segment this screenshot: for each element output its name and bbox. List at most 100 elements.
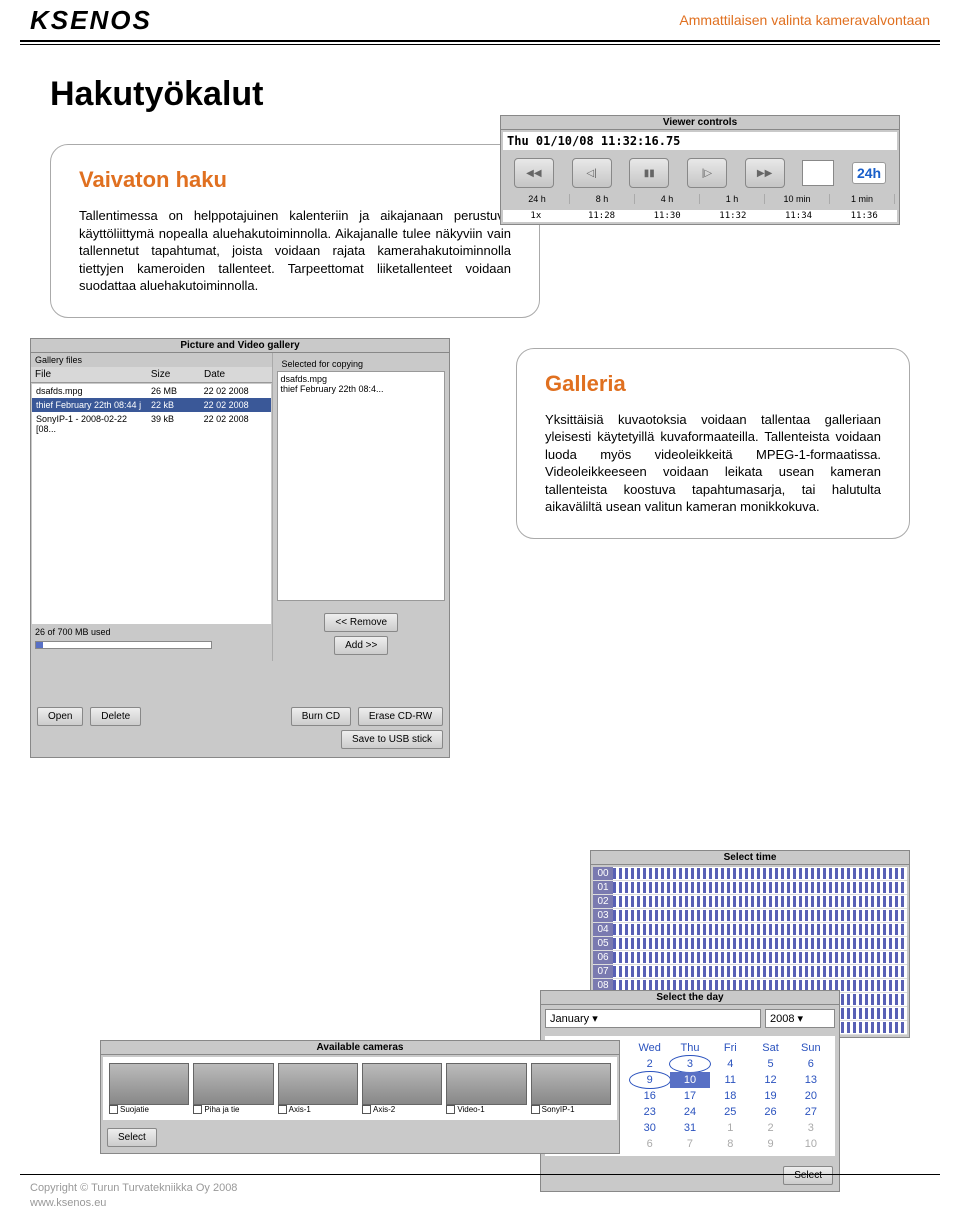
calendar-day[interactable]: 31 (670, 1120, 710, 1136)
checkbox-icon[interactable] (446, 1105, 455, 1114)
span-option[interactable]: 8 h (570, 194, 635, 204)
calendar-day[interactable]: 17 (670, 1088, 710, 1104)
camera-thumb (193, 1063, 273, 1105)
remove-button[interactable]: << Remove (324, 613, 398, 632)
calendar-day[interactable]: 13 (791, 1072, 831, 1088)
timestamp: Thu 01/10/08 11:32:16.75 (503, 132, 897, 150)
span-option[interactable]: 4 h (635, 194, 700, 204)
span-badge[interactable]: 24h (852, 162, 886, 184)
calendar-day[interactable]: 11 (710, 1072, 750, 1088)
rewind-fast-icon[interactable]: ◀◀ (514, 158, 554, 188)
calendar-day[interactable]: 16 (630, 1088, 670, 1104)
calendar-day[interactable]: 4 (710, 1056, 750, 1072)
logo: KSENOS (30, 5, 152, 36)
step-back-icon[interactable]: ◁| (572, 158, 612, 188)
calendar-day[interactable]: 2 (750, 1120, 790, 1136)
span-option[interactable]: 1 h (700, 194, 765, 204)
calendar-day[interactable]: 27 (791, 1104, 831, 1120)
calendar-day[interactable]: 30 (630, 1120, 670, 1136)
month-dropdown[interactable]: January ▾ (545, 1009, 761, 1028)
forward-fast-icon[interactable]: ▶▶ (745, 158, 785, 188)
select-button[interactable]: Select (107, 1128, 157, 1147)
list-item[interactable]: dsafds.mpg (280, 374, 442, 384)
checkbox-icon[interactable] (109, 1105, 118, 1114)
selected-list[interactable]: dsafds.mpgthief February 22th 08:4... (277, 371, 445, 601)
calendar-day[interactable]: 7 (670, 1136, 710, 1152)
table-row[interactable]: dsafds.mpg26 MB22 02 2008 (32, 384, 271, 398)
camera-item[interactable]: Axis-1 (278, 1063, 358, 1114)
col-size[interactable]: Size (147, 367, 200, 382)
calendar-day[interactable]: 19 (750, 1088, 790, 1104)
file-list[interactable]: dsafds.mpg26 MB22 02 2008thief February … (32, 384, 271, 624)
calendar-day[interactable]: 20 (791, 1088, 831, 1104)
camera-item[interactable]: Suojatie (109, 1063, 189, 1114)
available-cameras-window: Available cameras SuojatiePiha ja tieAxi… (100, 1040, 620, 1154)
span-option[interactable]: 10 min (765, 194, 830, 204)
calendar-day[interactable]: 8 (710, 1136, 750, 1152)
timeline-row[interactable]: 01 (593, 881, 907, 895)
time-tick: 11:28 (569, 210, 635, 222)
timeline-row[interactable]: 06 (593, 951, 907, 965)
span-option[interactable]: 1 min (830, 194, 895, 204)
tagline: Ammattilaisen valinta kameravalvontaan (679, 12, 930, 28)
checkbox-icon[interactable] (362, 1105, 371, 1114)
camera-item[interactable]: Video-1 (446, 1063, 526, 1114)
list-item[interactable]: thief February 22th 08:4... (280, 384, 442, 394)
timeline-row[interactable]: 05 (593, 937, 907, 951)
timeline-row[interactable]: 03 (593, 909, 907, 923)
col-date[interactable]: Date (200, 367, 272, 382)
table-row[interactable]: SonyIP-1 - 2008-02-22 [08...39 kB22 02 2… (32, 412, 271, 436)
camera-thumb (278, 1063, 358, 1105)
calendar-day[interactable]: 3 (791, 1120, 831, 1136)
day-header: Sun (791, 1040, 831, 1056)
checkbox-icon[interactable] (278, 1105, 287, 1114)
pause-icon[interactable]: ▮▮ (629, 158, 669, 188)
calendar-icon[interactable] (802, 160, 834, 186)
calendar-day[interactable]: 23 (630, 1104, 670, 1120)
burn-cd-button[interactable]: Burn CD (291, 707, 351, 726)
save-usb-button[interactable]: Save to USB stick (341, 730, 443, 749)
camera-item[interactable]: SonyIP-1 (531, 1063, 611, 1114)
calendar-day[interactable]: 9 (750, 1136, 790, 1152)
calendar-day[interactable]: 2 (630, 1056, 670, 1072)
calendar-day[interactable]: 6 (630, 1136, 670, 1152)
day-header: Fri (710, 1040, 750, 1056)
camera-thumb (109, 1063, 189, 1105)
checkbox-icon[interactable] (193, 1105, 202, 1114)
camera-item[interactable]: Piha ja tie (193, 1063, 273, 1114)
table-row[interactable]: thief February 22th 08:44 j22 kB22 02 20… (32, 398, 271, 412)
calendar-day[interactable]: 24 (670, 1104, 710, 1120)
calendar-day[interactable]: 1 (710, 1120, 750, 1136)
timeline-row[interactable]: 07 (593, 965, 907, 979)
calendar-day[interactable]: 5 (750, 1056, 790, 1072)
label: Selected for copying (277, 357, 445, 371)
calendar-day[interactable]: 18 (710, 1088, 750, 1104)
section-vaivaton-haku: Vaivaton haku Tallentimessa on helppotaj… (50, 144, 540, 318)
year-dropdown[interactable]: 2008 ▾ (765, 1009, 835, 1028)
erase-cd-button[interactable]: Erase CD-RW (358, 707, 443, 726)
step-fwd-icon[interactable]: |▷ (687, 158, 727, 188)
label: Gallery files (31, 353, 272, 367)
col-file[interactable]: File (31, 367, 147, 382)
window-title: Select the day (541, 991, 839, 1005)
calendar-day[interactable]: 6 (791, 1056, 831, 1072)
span-option[interactable]: 24 h (505, 194, 570, 204)
delete-button[interactable]: Delete (90, 707, 141, 726)
camera-item[interactable]: Axis-2 (362, 1063, 442, 1114)
calendar-day[interactable]: 25 (710, 1104, 750, 1120)
calendar-day[interactable]: 3 (670, 1056, 710, 1072)
timeline-row[interactable]: 04 (593, 923, 907, 937)
usage-bar (35, 641, 212, 649)
timeline-row[interactable]: 02 (593, 895, 907, 909)
calendar-day[interactable]: 26 (750, 1104, 790, 1120)
checkbox-icon[interactable] (531, 1105, 540, 1114)
calendar-day[interactable]: 12 (750, 1072, 790, 1088)
calendar-day[interactable]: 10 (670, 1072, 710, 1088)
open-button[interactable]: Open (37, 707, 83, 726)
timeline-row[interactable]: 00 (593, 867, 907, 881)
calendar-day[interactable]: 9 (630, 1072, 670, 1088)
day-header: Sat (750, 1040, 790, 1056)
gallery-window: Picture and Video gallery Gallery files … (30, 338, 450, 758)
calendar-day[interactable]: 10 (791, 1136, 831, 1152)
add-button[interactable]: Add >> (334, 636, 388, 655)
